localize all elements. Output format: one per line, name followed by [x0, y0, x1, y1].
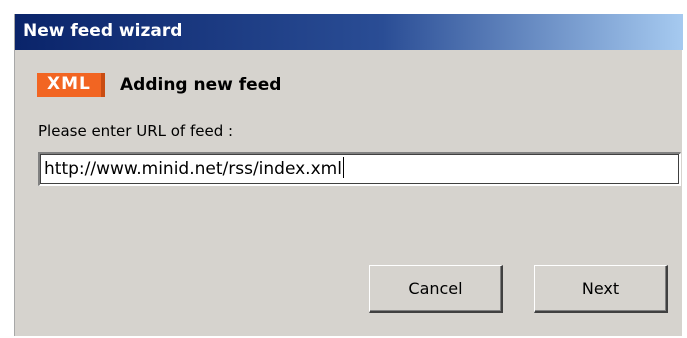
feed-url-value: http://www.minid.net/rss/index.xml	[44, 159, 342, 179]
wizard-step-heading: Adding new feed	[120, 75, 282, 95]
title-bar[interactable]: New feed wizard	[15, 14, 683, 50]
wizard-header: XML Adding new feed	[37, 72, 281, 98]
window-title: New feed wizard	[23, 21, 183, 41]
feed-url-label: Please enter URL of feed :	[38, 122, 234, 140]
xml-feed-icon: XML	[37, 73, 105, 97]
cancel-button[interactable]: Cancel	[369, 265, 503, 313]
text-caret	[342, 157, 344, 178]
next-button[interactable]: Next	[534, 265, 668, 313]
next-button-label: Next	[581, 279, 620, 298]
new-feed-wizard-dialog: New feed wizard XML Adding new feed Plea…	[14, 14, 683, 336]
xml-badge-label: XML	[47, 74, 91, 94]
feed-url-input[interactable]: http://www.minid.net/rss/index.xml	[38, 152, 681, 186]
cancel-button-label: Cancel	[408, 279, 463, 298]
